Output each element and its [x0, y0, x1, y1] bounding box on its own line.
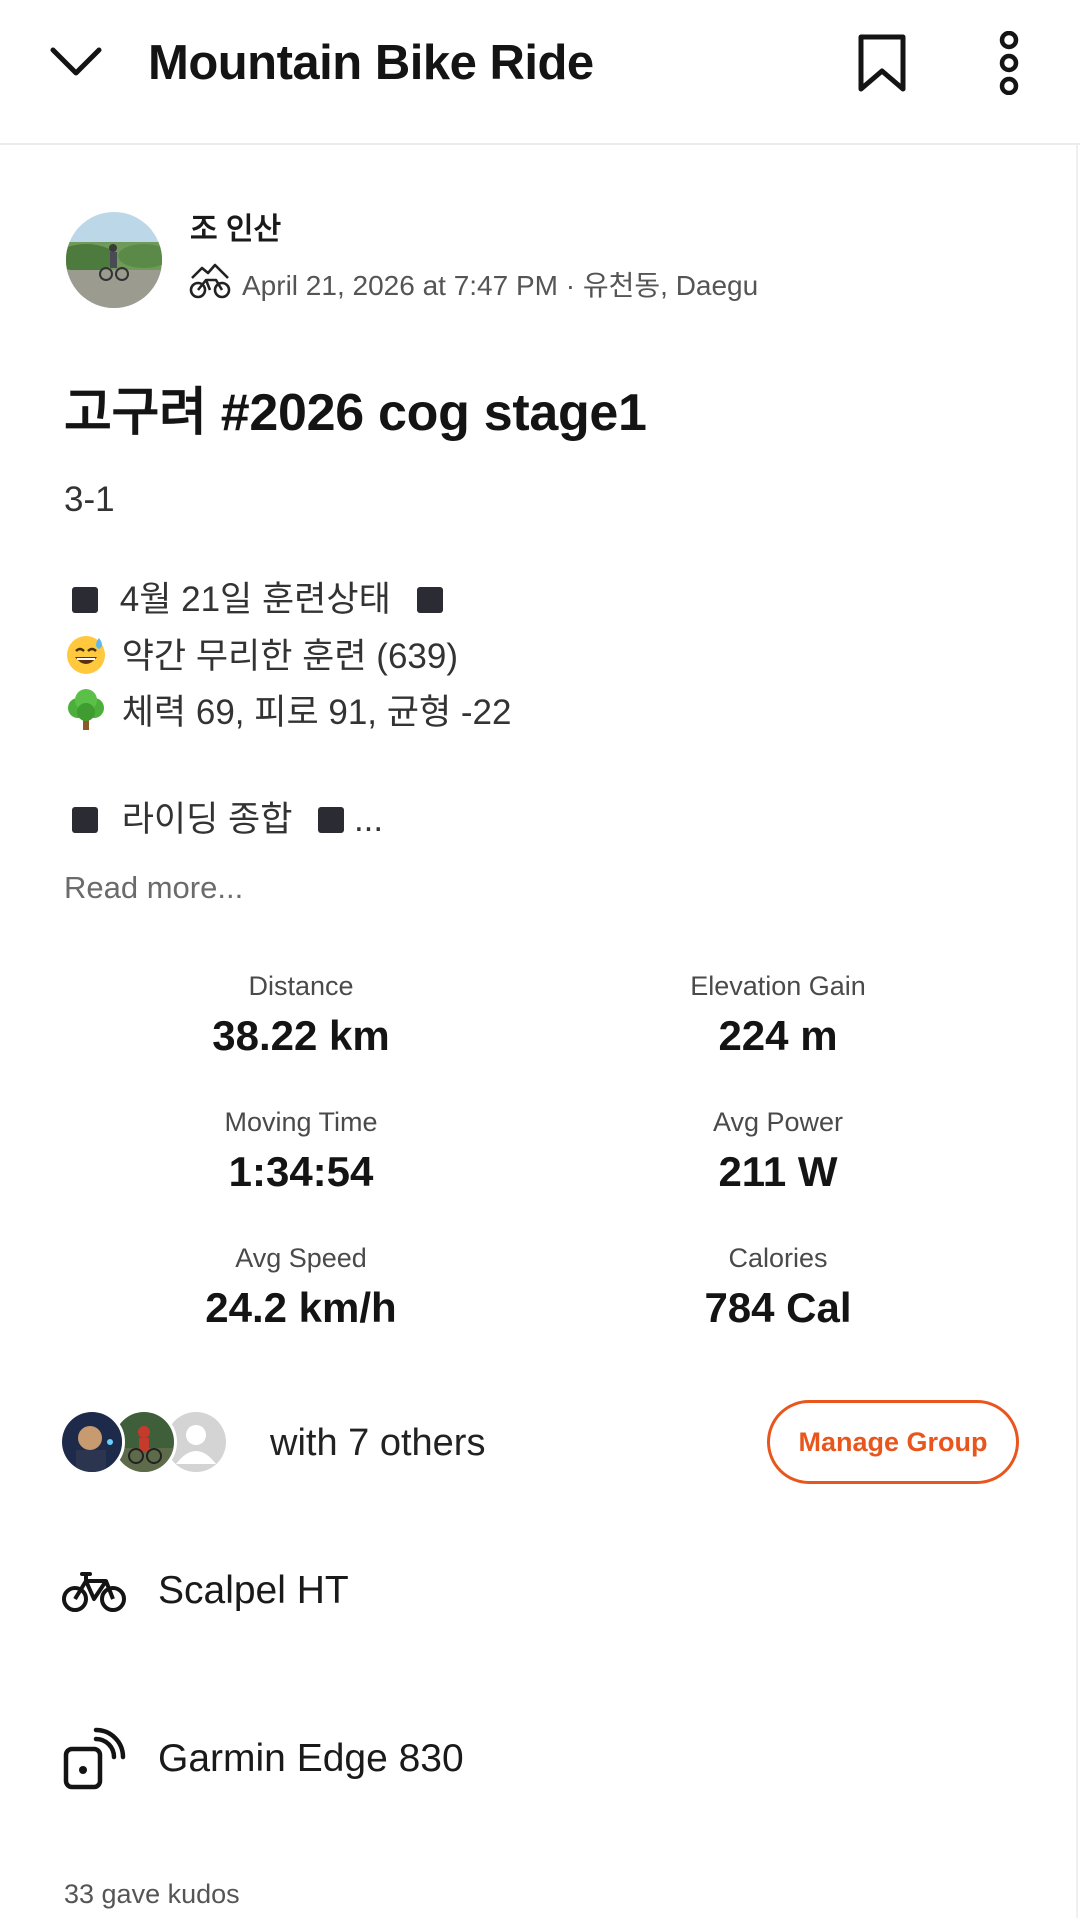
page-title: Mountain Bike Ride — [148, 36, 594, 90]
description-line: 3-1 — [64, 480, 115, 519]
mountain-bike-icon — [188, 260, 232, 311]
stat-elevation-gain: Elevation Gain 224 m — [690, 971, 866, 1059]
group-count-text[interactable]: with 7 others — [270, 1420, 485, 1466]
gear-device-row[interactable]: Garmin Edge 830 — [62, 1724, 1022, 1794]
athlete-header: 조 인산 April 21, 2026 at 7:47 PM · 유천동, Da… — [66, 210, 966, 310]
stat-calories: Calories 784 Cal — [704, 1243, 852, 1331]
stat-avg-speed: Avg Speed 24.2 km/h — [205, 1243, 397, 1331]
activity-date-location: April 21, 2026 at 7:47 PM · 유천동, Daegu — [242, 269, 759, 301]
description-line: 4월 21일 훈련상태 — [64, 576, 443, 624]
stat-distance: Distance 38.22 km — [212, 971, 390, 1059]
description-line: 라이딩 종합 ... — [64, 796, 383, 844]
avatar[interactable] — [66, 212, 162, 308]
athlete-name[interactable]: 조 인산 — [190, 210, 281, 250]
bike-name: Scalpel HT — [158, 1569, 349, 1612]
square-icon — [416, 587, 443, 613]
stat-moving-time: Moving Time 1:34:54 — [224, 1107, 378, 1195]
chevron-down-icon[interactable] — [44, 34, 108, 90]
top-bar: Mountain Bike Ride — [0, 0, 1080, 145]
device-name: Garmin Edge 830 — [158, 1737, 464, 1780]
activity-meta: April 21, 2026 at 7:47 PM · 유천동, Daegu — [188, 260, 758, 311]
activity-title: 고구려 #2026 cog stage1 — [64, 384, 647, 442]
more-vertical-icon[interactable] — [986, 26, 1032, 100]
tree-emoji-icon — [68, 689, 104, 730]
square-icon — [72, 807, 98, 833]
group-activity-row: with 7 others Manage Group — [59, 1400, 1022, 1484]
kudos-count[interactable]: 33 gave kudos — [64, 1876, 240, 1912]
read-more-link[interactable]: Read more... — [64, 866, 243, 910]
bookmark-icon[interactable] — [852, 28, 912, 98]
gear-bike-row[interactable]: Scalpel HT — [62, 1556, 1022, 1626]
device-icon — [62, 1727, 126, 1791]
description-line: 체력 69, 피로 91, 균형 -22 — [64, 688, 511, 737]
square-icon — [318, 807, 345, 833]
square-icon — [72, 587, 98, 613]
sweat-smile-emoji-icon — [67, 636, 105, 674]
stat-avg-power: Avg Power 211 W — [712, 1107, 844, 1195]
bike-icon — [62, 1559, 126, 1623]
group-avatar[interactable] — [59, 1409, 125, 1475]
scroll-edge — [1076, 145, 1078, 1918]
description-line: 약간 무리한 훈련 (639) — [64, 632, 458, 681]
manage-group-button[interactable]: Manage Group — [767, 1400, 1019, 1484]
